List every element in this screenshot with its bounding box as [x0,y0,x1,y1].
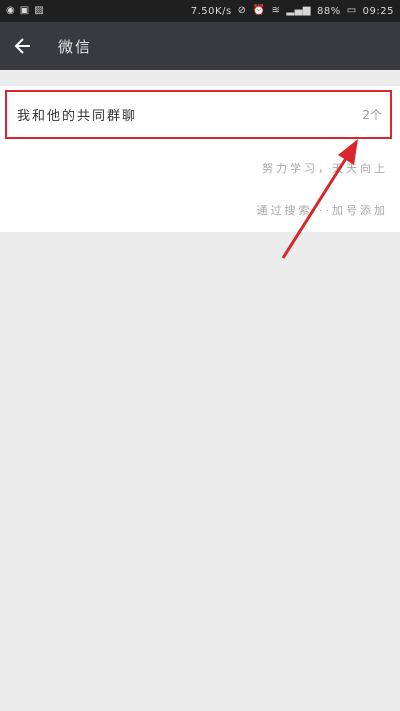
network-speed: 7.50K/s [190,5,232,17]
alarm-icon: ⏰ [252,5,266,16]
signal-icon: ▂▄▆ [286,5,311,16]
battery-icon: ▭ [346,5,357,16]
source-text: 通过搜索···加号添加 [256,204,388,217]
page-title: 微信 [58,37,93,56]
wifi-icon: ≋ [271,5,281,16]
common-groups-count: 2个 [362,108,382,122]
common-groups-row[interactable]: 我和他的共同群聊 2个 [5,90,392,139]
battery-level: 88% [316,5,341,17]
status-bar: ◉ ▣ ▨ 7.50K/s ⊘ ⏰ ≋ ▂▄▆ 88% ▭ 09:25 [0,0,400,22]
clock: 09:25 [362,5,394,17]
status-left: ◉ ▣ ▨ [6,6,44,16]
status-right: 7.50K/s ⊘ ⏰ ≋ ▂▄▆ 88% ▭ 09:25 [191,6,394,17]
back-arrow-icon[interactable] [0,22,46,70]
app-bar: 微信 [0,22,400,70]
common-groups-label: 我和他的共同群聊 [17,109,138,124]
camera-icon: ▣ [19,5,30,16]
app-notification-icon: ◉ [6,5,15,16]
image-icon: ▨ [34,5,44,16]
mute-icon: ⊘ [237,5,247,16]
content-panel: 我和他的共同群聊 2个 努力学习，天天向上 通过搜索···加号添加 [0,86,400,232]
signature-text: 努力学习，天天向上 [262,162,388,175]
